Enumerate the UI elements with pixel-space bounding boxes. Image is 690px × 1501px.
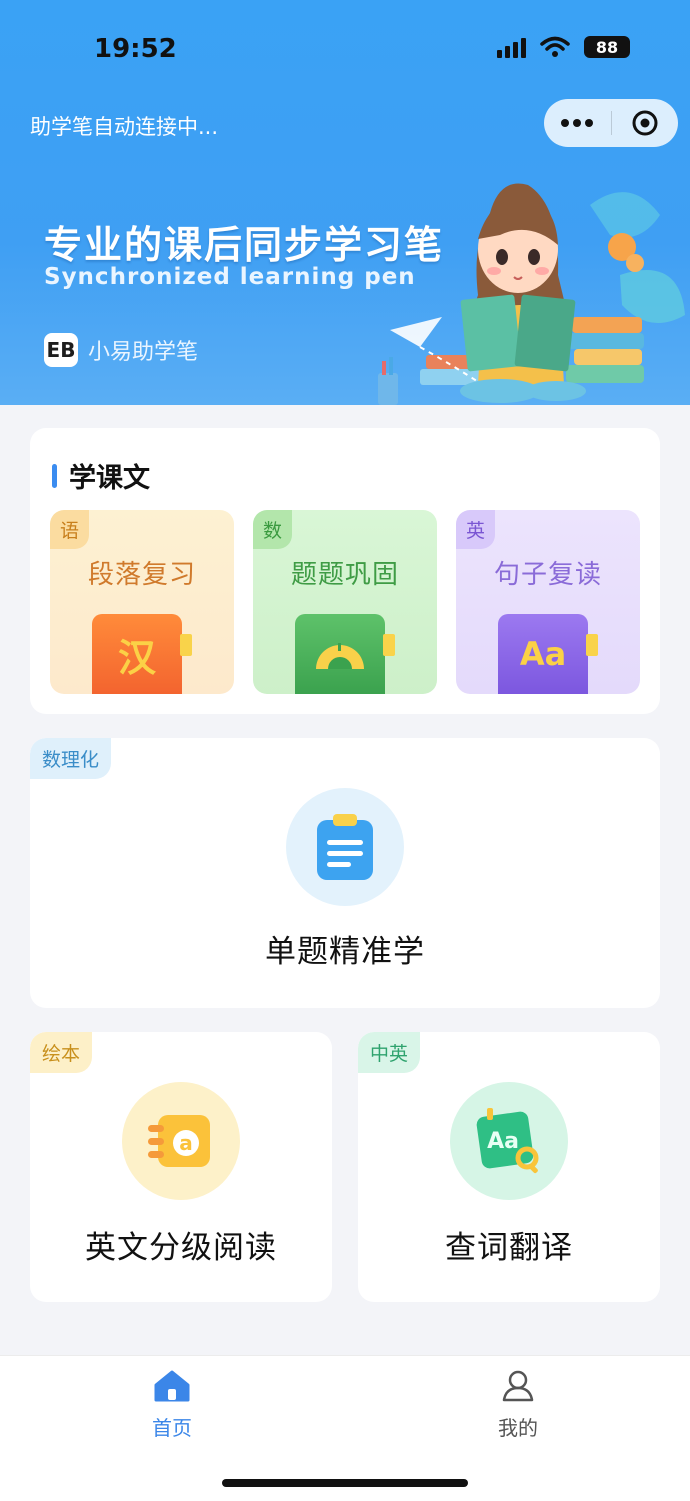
single-question-card[interactable]: 数理化 单题精准学 [30,738,660,1008]
status-icons: 88 [497,36,630,58]
mini-program-capsule [544,99,678,147]
subject-tag: 英 [456,510,496,549]
home-indicator [222,1479,468,1487]
math-book-icon [295,614,385,694]
reading-book-icon: a [122,1082,240,1200]
notepad-icon [286,788,404,906]
signal-icon [497,36,526,58]
subject-tag: 语 [50,510,90,549]
subject-label: 段落复习 [87,560,196,590]
target-icon [632,110,658,136]
brand-name: 小易助学笔 [88,340,199,365]
category-tag: 绘本 [30,1032,93,1073]
brand-logo: EB [44,333,78,367]
tab-mine[interactable]: 我的 [458,1370,578,1441]
home-icon [154,1370,190,1402]
subject-tag: 数 [253,510,293,549]
more-icon [561,119,594,127]
graded-reading-card[interactable]: 绘本 a 英文分级阅读 [30,1032,332,1302]
tab-home[interactable]: 首页 [112,1370,232,1441]
subject-english-card[interactable]: 英 句子复读 Aa [456,510,640,694]
reading-book-letter: a [179,1131,193,1155]
brand: EB 小易助学笔 [44,333,198,367]
header-banner: 19:52 88 助学笔自动连接中... 专业的课后同步学习笔 Synchron… [0,0,690,405]
section-header: 学课文 [52,456,150,495]
book-ribbon [180,634,192,656]
subject-chinese-card[interactable]: 语 段落复习 汉 [50,510,234,694]
category-tag: 中英 [358,1032,421,1073]
person-icon [502,1370,534,1402]
dictionary-search-icon: Aa [450,1082,568,1200]
book-ribbon [586,634,598,656]
section-title: 学课文 [69,463,150,494]
category-tag: 数理化 [30,738,112,779]
card-label: 英文分级阅读 [85,1230,277,1266]
dictionary-letters: Aa [487,1129,519,1154]
english-book-icon: Aa [498,614,588,694]
battery-icon: 88 [584,36,630,58]
girl-reading-illustration [378,183,685,405]
status-time: 19:52 [94,34,177,64]
protractor-icon [316,643,364,669]
tab-label: 我的 [498,1416,538,1440]
connection-status: 助学笔自动连接中... [30,115,219,139]
learn-text-card: 学课文 语 段落复习 汉 数 题题巩固 英 句子复读 Aa [30,428,660,714]
subject-math-card[interactable]: 数 题题巩固 [253,510,437,694]
subject-label: 题题巩固 [290,560,399,590]
book-ribbon [383,634,395,656]
card-label: 单题精准学 [265,934,425,970]
close-program-button[interactable] [612,99,679,147]
tab-label: 首页 [152,1416,192,1440]
section-accent-bar [52,463,57,488]
book-char: 汉 [117,635,156,680]
wifi-icon [540,36,570,57]
subject-label: 句子复读 [493,560,602,590]
dictionary-translate-card[interactable]: 中英 Aa 查词翻译 [358,1032,660,1302]
card-label: 查词翻译 [445,1230,573,1266]
chinese-book-icon: 汉 [92,614,182,694]
more-button[interactable] [544,99,611,147]
book-char: Aa [519,635,567,673]
